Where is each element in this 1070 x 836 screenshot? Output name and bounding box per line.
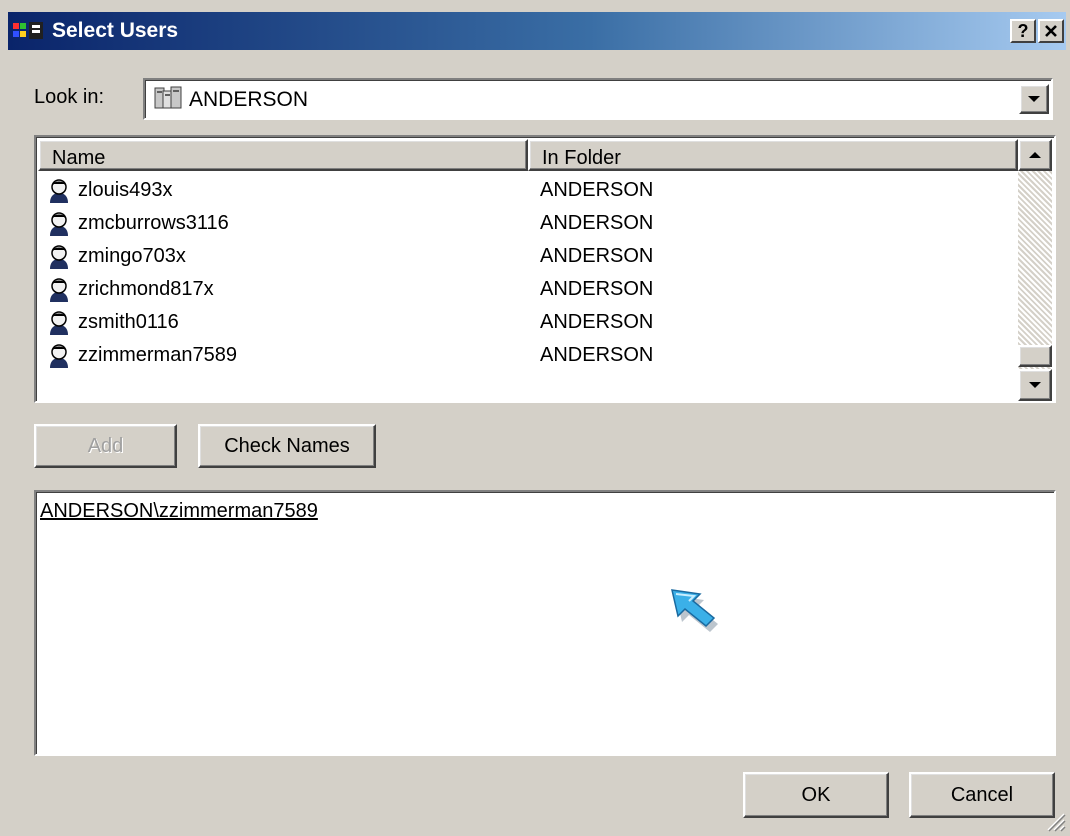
check-names-button[interactable]: Check Names: [198, 424, 376, 468]
user-name: zmcburrows3116: [78, 212, 229, 234]
close-button[interactable]: [1038, 19, 1064, 43]
add-button[interactable]: Add: [34, 424, 177, 468]
user-folder: ANDERSON: [540, 278, 654, 300]
user-icon: [50, 212, 68, 236]
scroll-down-button[interactable]: [1018, 369, 1052, 401]
vertical-scrollbar[interactable]: [1018, 139, 1052, 401]
check-names-button-label: Check Names: [224, 434, 350, 457]
ok-button-label: OK: [801, 783, 831, 806]
computer-domain-icon: [154, 86, 182, 109]
list-item[interactable]: zmcburrows3116 ANDERSON: [38, 208, 1018, 241]
close-icon: [1045, 25, 1057, 37]
user-name: zzimmerman7589: [78, 344, 237, 366]
mouse-pointer-icon: [671, 589, 718, 632]
add-button-label: Add: [87, 434, 124, 457]
selected-names-field[interactable]: ANDERSON\zzimmerman7589: [34, 490, 1056, 756]
list-rows: zlouis493x ANDERSON zmcburrows3116 ANDER…: [38, 175, 1018, 373]
list-item[interactable]: zzimmerman7589 ANDERSON: [38, 340, 1018, 373]
look-in-dropdown[interactable]: ANDERSON: [143, 78, 1053, 120]
app-icon: [13, 22, 43, 39]
list-item[interactable]: zrichmond817x ANDERSON: [38, 274, 1018, 307]
column-header-label: In Folder: [542, 147, 621, 169]
users-list[interactable]: Name In Folder zlouis493x ANDERSON zmcbu…: [34, 135, 1056, 403]
help-icon: ?: [1017, 21, 1029, 41]
help-button[interactable]: ?: [1010, 19, 1036, 43]
user-name: zrichmond817x: [78, 278, 214, 300]
user-folder: ANDERSON: [540, 212, 654, 234]
user-icon: [50, 278, 68, 302]
user-icon: [50, 344, 68, 368]
look-in-value: ANDERSON: [189, 88, 309, 111]
user-name: zmingo703x: [78, 245, 186, 267]
list-item[interactable]: zmingo703x ANDERSON: [38, 241, 1018, 274]
list-item[interactable]: zlouis493x ANDERSON: [38, 175, 1018, 208]
cancel-button-label: Cancel: [950, 783, 1014, 806]
resize-grip-icon[interactable]: [1042, 808, 1066, 832]
user-icon: [50, 311, 68, 335]
column-header-in-folder[interactable]: In Folder: [528, 139, 1018, 171]
column-header-label: Name: [52, 147, 106, 169]
chevron-down-icon: [1028, 96, 1040, 102]
dropdown-arrow-button[interactable]: [1019, 84, 1049, 114]
scroll-thumb[interactable]: [1018, 345, 1052, 367]
user-icon: [50, 179, 68, 203]
user-name: zlouis493x: [78, 179, 173, 201]
user-name: zsmith0116: [78, 311, 179, 333]
user-icon: [50, 245, 68, 269]
selected-name-entry[interactable]: ANDERSON\zzimmerman7589: [40, 500, 318, 523]
user-folder: ANDERSON: [540, 245, 654, 267]
ok-button[interactable]: OK: [743, 772, 889, 818]
title-bar[interactable]: Select Users ?: [8, 12, 1066, 50]
user-folder: ANDERSON: [540, 311, 654, 333]
user-folder: ANDERSON: [540, 344, 654, 366]
user-folder: ANDERSON: [540, 179, 654, 201]
look-in-label: Look in:: [34, 86, 105, 108]
scroll-up-button[interactable]: [1018, 139, 1052, 171]
column-header-name[interactable]: Name: [38, 139, 528, 171]
chevron-up-icon: [1029, 152, 1041, 158]
window-title: Select Users: [52, 19, 179, 42]
cancel-button[interactable]: Cancel: [909, 772, 1055, 818]
chevron-down-icon: [1029, 382, 1041, 388]
list-item[interactable]: zsmith0116 ANDERSON: [38, 307, 1018, 340]
